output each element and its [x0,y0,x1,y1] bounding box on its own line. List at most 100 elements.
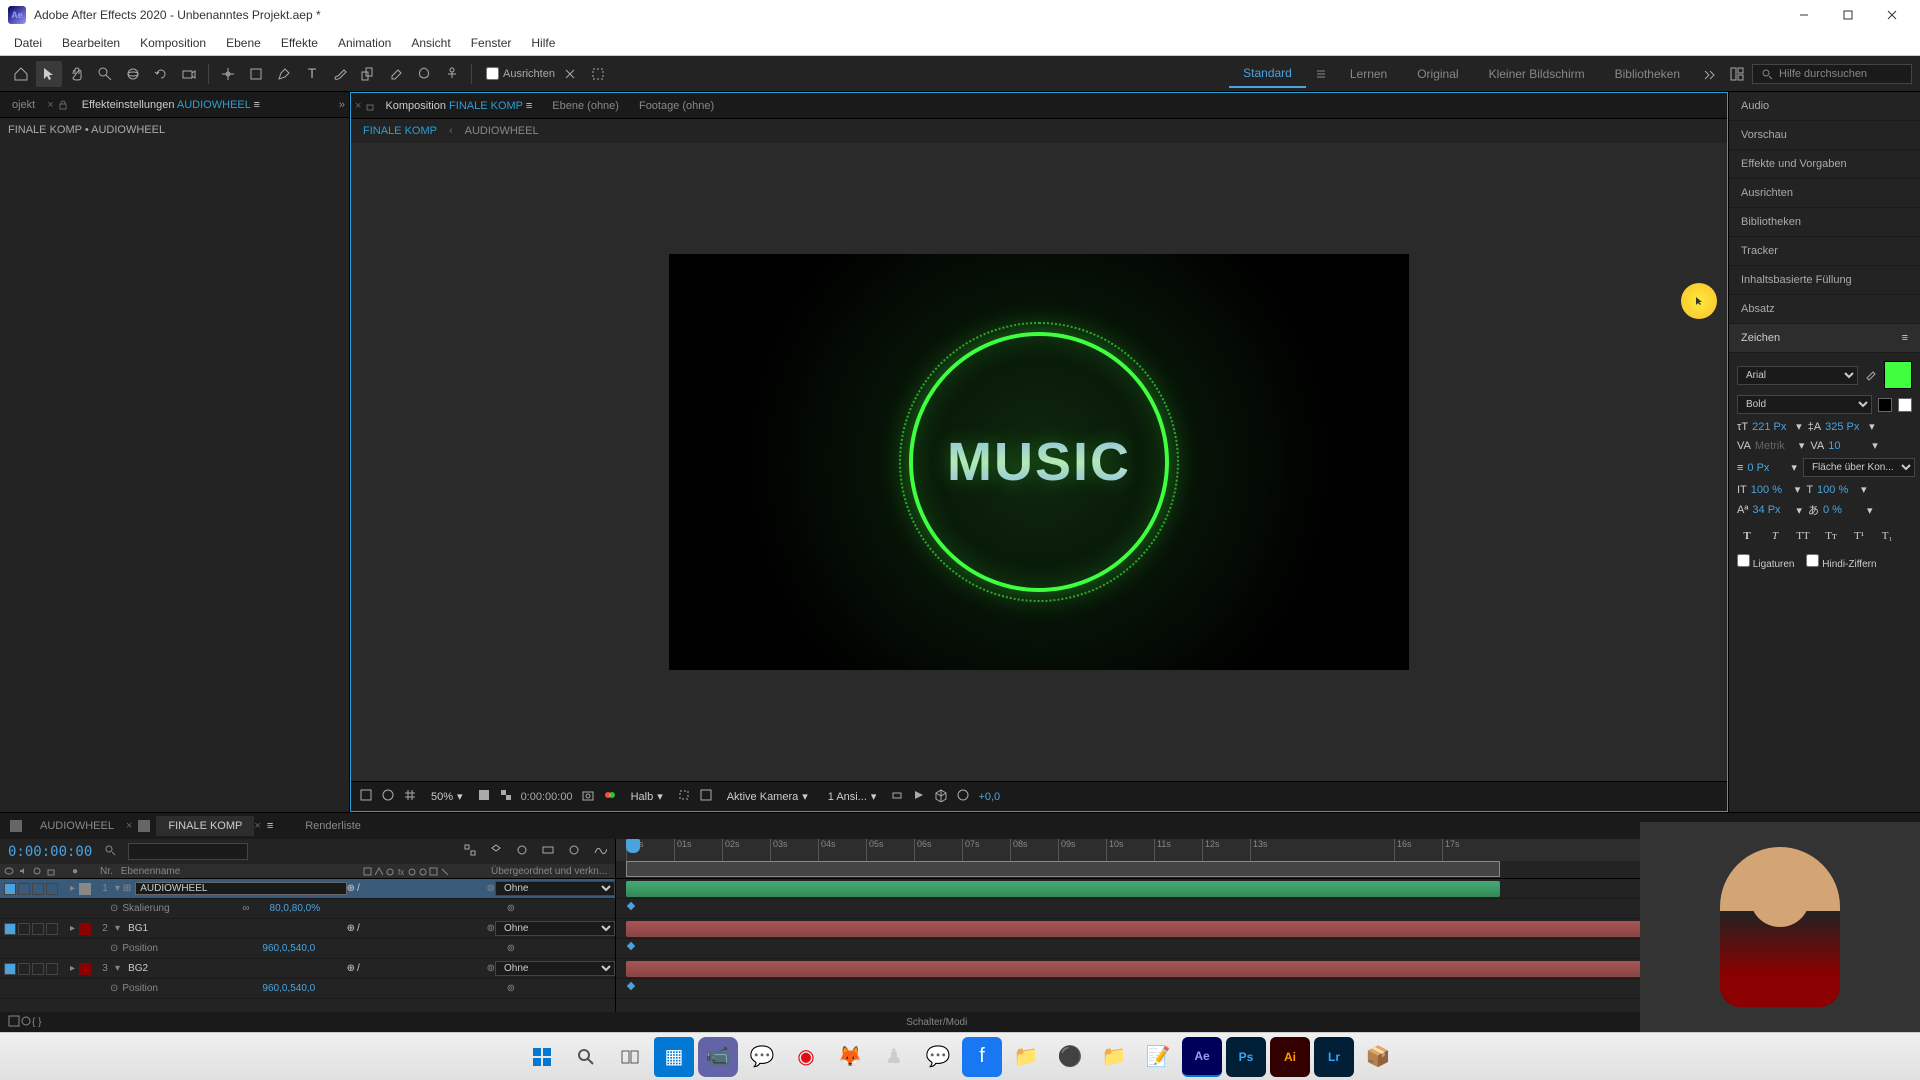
exposure-value[interactable]: +0,0 [978,791,1000,803]
tracking-value[interactable]: 10 [1828,440,1868,452]
playhead[interactable] [626,839,640,853]
minimize-button[interactable] [1784,1,1824,29]
panel-paragraph[interactable]: Absatz [1729,295,1920,324]
layer-name-bg2[interactable]: BG2 [124,963,347,974]
menu-window[interactable]: Fenster [461,32,522,54]
taskbar-app-3[interactable]: ◉ [786,1037,826,1077]
menu-view[interactable]: Ansicht [401,32,460,54]
timeline-tab-audiowheel[interactable]: AUDIOWHEEL [28,816,126,836]
vscale-value[interactable]: 100 % [1751,484,1791,496]
brush-tool[interactable] [327,61,353,87]
effect-controls-tab[interactable]: Effekteinstellungen AUDIOWHEEL ≡ [74,95,268,115]
font-family-select[interactable]: Arial [1737,366,1858,385]
menu-help[interactable]: Hilfe [521,32,565,54]
breadcrumb-audiowheel[interactable]: AUDIOWHEEL [465,125,539,137]
selection-tool[interactable] [36,61,62,87]
breadcrumb-finale[interactable]: FINALE KOMP [363,125,437,137]
panel-audio[interactable]: Audio [1729,92,1920,121]
taskbar-app-2[interactable]: 📹 [698,1037,738,1077]
transparency-icon[interactable] [499,788,513,805]
eyedropper-icon[interactable] [1864,367,1878,384]
menu-edit[interactable]: Bearbeiten [52,32,130,54]
workspace-learn[interactable]: Lernen [1336,61,1401,87]
taskbar-app-5[interactable]: 📁 [1006,1037,1046,1077]
taskbar-illustrator[interactable]: Ai [1270,1037,1310,1077]
bold-button[interactable]: T [1737,526,1757,546]
timeline-tab-render[interactable]: Renderliste [293,816,373,836]
view-dropdown[interactable]: 1 Ansi... ▾ [822,788,883,805]
maximize-button[interactable] [1828,1,1868,29]
fill-color-swatch[interactable] [1884,361,1912,389]
taskbar-whatsapp[interactable]: 💬 [742,1037,782,1077]
panel-libraries[interactable]: Bibliotheken [1729,208,1920,237]
taskbar-aftereffects[interactable]: Ae [1182,1037,1222,1077]
taskbar-app-4[interactable]: ♟ [874,1037,914,1077]
tsume-value[interactable]: 0 % [1823,504,1863,516]
hand-tool[interactable] [64,61,90,87]
project-tab[interactable]: ojekt [4,95,43,115]
menu-file[interactable]: Datei [4,32,52,54]
taskbar-photoshop[interactable]: Ps [1226,1037,1266,1077]
snap-grid[interactable] [585,61,611,87]
menu-animation[interactable]: Animation [328,32,401,54]
menu-composition[interactable]: Komposition [130,32,216,54]
camera-tool[interactable] [176,61,202,87]
comp-tab-close-icon[interactable]: × [355,100,361,112]
switches-modes-toggle[interactable]: Schalter/Modi [41,1017,1832,1028]
toggle-alpha-icon[interactable] [359,788,373,805]
timecode-display[interactable]: 0:00:00:00 [521,791,573,803]
pixel-aspect-icon[interactable] [890,788,904,805]
workspace-reset[interactable] [1724,61,1750,87]
current-timecode[interactable]: 0:00:00:00 [8,844,92,860]
parent-dropdown-3[interactable]: Ohne [495,961,615,976]
font-size-value[interactable]: 221 Px [1752,421,1792,433]
footage-tab[interactable]: Footage (ohne) [629,96,724,116]
draft3d-icon[interactable] [489,843,503,860]
workspace-overflow[interactable] [1696,61,1722,87]
graph-editor-icon[interactable] [593,843,607,860]
menu-layer[interactable]: Ebene [216,32,271,54]
composition-tab[interactable]: Komposition FINALE KOMP ≡ [375,96,542,116]
baseline-value[interactable]: 34 Px [1752,504,1792,516]
taskbar-app-1[interactable]: ▦ [654,1037,694,1077]
hindi-checkbox[interactable]: Hindi-Ziffern [1806,554,1876,570]
puppet-tool[interactable] [439,61,465,87]
layer-name-bg1[interactable]: BG1 [124,923,347,934]
layer-prop-position-bg1[interactable]: ⊙ Position 960,0,540,0 ⊚ [0,939,615,959]
taskbar-notepad[interactable]: 📝 [1138,1037,1178,1077]
close-button[interactable] [1872,1,1912,29]
toggle-brackets-icon[interactable]: { } [32,1017,41,1028]
workspace-small[interactable]: Kleiner Bildschirm [1475,61,1599,87]
track-bar-audiowheel[interactable] [626,881,1500,897]
taskbar-firefox[interactable]: 🦊 [830,1037,870,1077]
layer-search[interactable] [128,843,248,860]
italic-button[interactable]: T [1765,526,1785,546]
help-search[interactable]: Hilfe durchsuchen [1752,64,1912,84]
orbit-tool[interactable] [120,61,146,87]
panel-tracker[interactable]: Tracker [1729,237,1920,266]
keyframe-position-bg1[interactable] [627,942,635,950]
toggle-switches-icon[interactable] [8,1015,20,1030]
taskbar-facebook[interactable]: f [962,1037,1002,1077]
guides-icon[interactable] [699,788,713,805]
stroke-color-swatch[interactable] [1878,398,1892,412]
toggle-mask-icon[interactable] [381,788,395,805]
parent-dropdown-2[interactable]: Ohne [495,921,615,936]
motion-blur-icon[interactable] [567,843,581,860]
layer-prop-position-bg2[interactable]: ⊙ Position 960,0,540,0 ⊚ [0,979,615,999]
panel-content-aware[interactable]: Inhaltsbasierte Füllung [1729,266,1920,295]
allcaps-button[interactable]: TT [1793,526,1813,546]
kerning-value[interactable]: Metrik [1755,440,1795,452]
workspace-standard[interactable]: Standard [1229,60,1306,88]
work-area-bar[interactable] [626,861,1500,877]
layer-prop-scaling[interactable]: ⊙ Skalierung ∞ 80,0,80,0% ⊚ [0,899,615,919]
taskbar-lightroom[interactable]: Lr [1314,1037,1354,1077]
ligatures-checkbox[interactable]: Ligaturen [1737,554,1794,570]
keyframe-position-bg2[interactable] [627,982,635,990]
clone-tool[interactable] [355,61,381,87]
anchor-tool[interactable] [215,61,241,87]
panel-align[interactable]: Ausrichten [1729,179,1920,208]
leading-value[interactable]: 325 Px [1825,421,1865,433]
panel-overflow-icon[interactable]: » [339,99,345,111]
renderer-icon[interactable] [956,788,970,805]
